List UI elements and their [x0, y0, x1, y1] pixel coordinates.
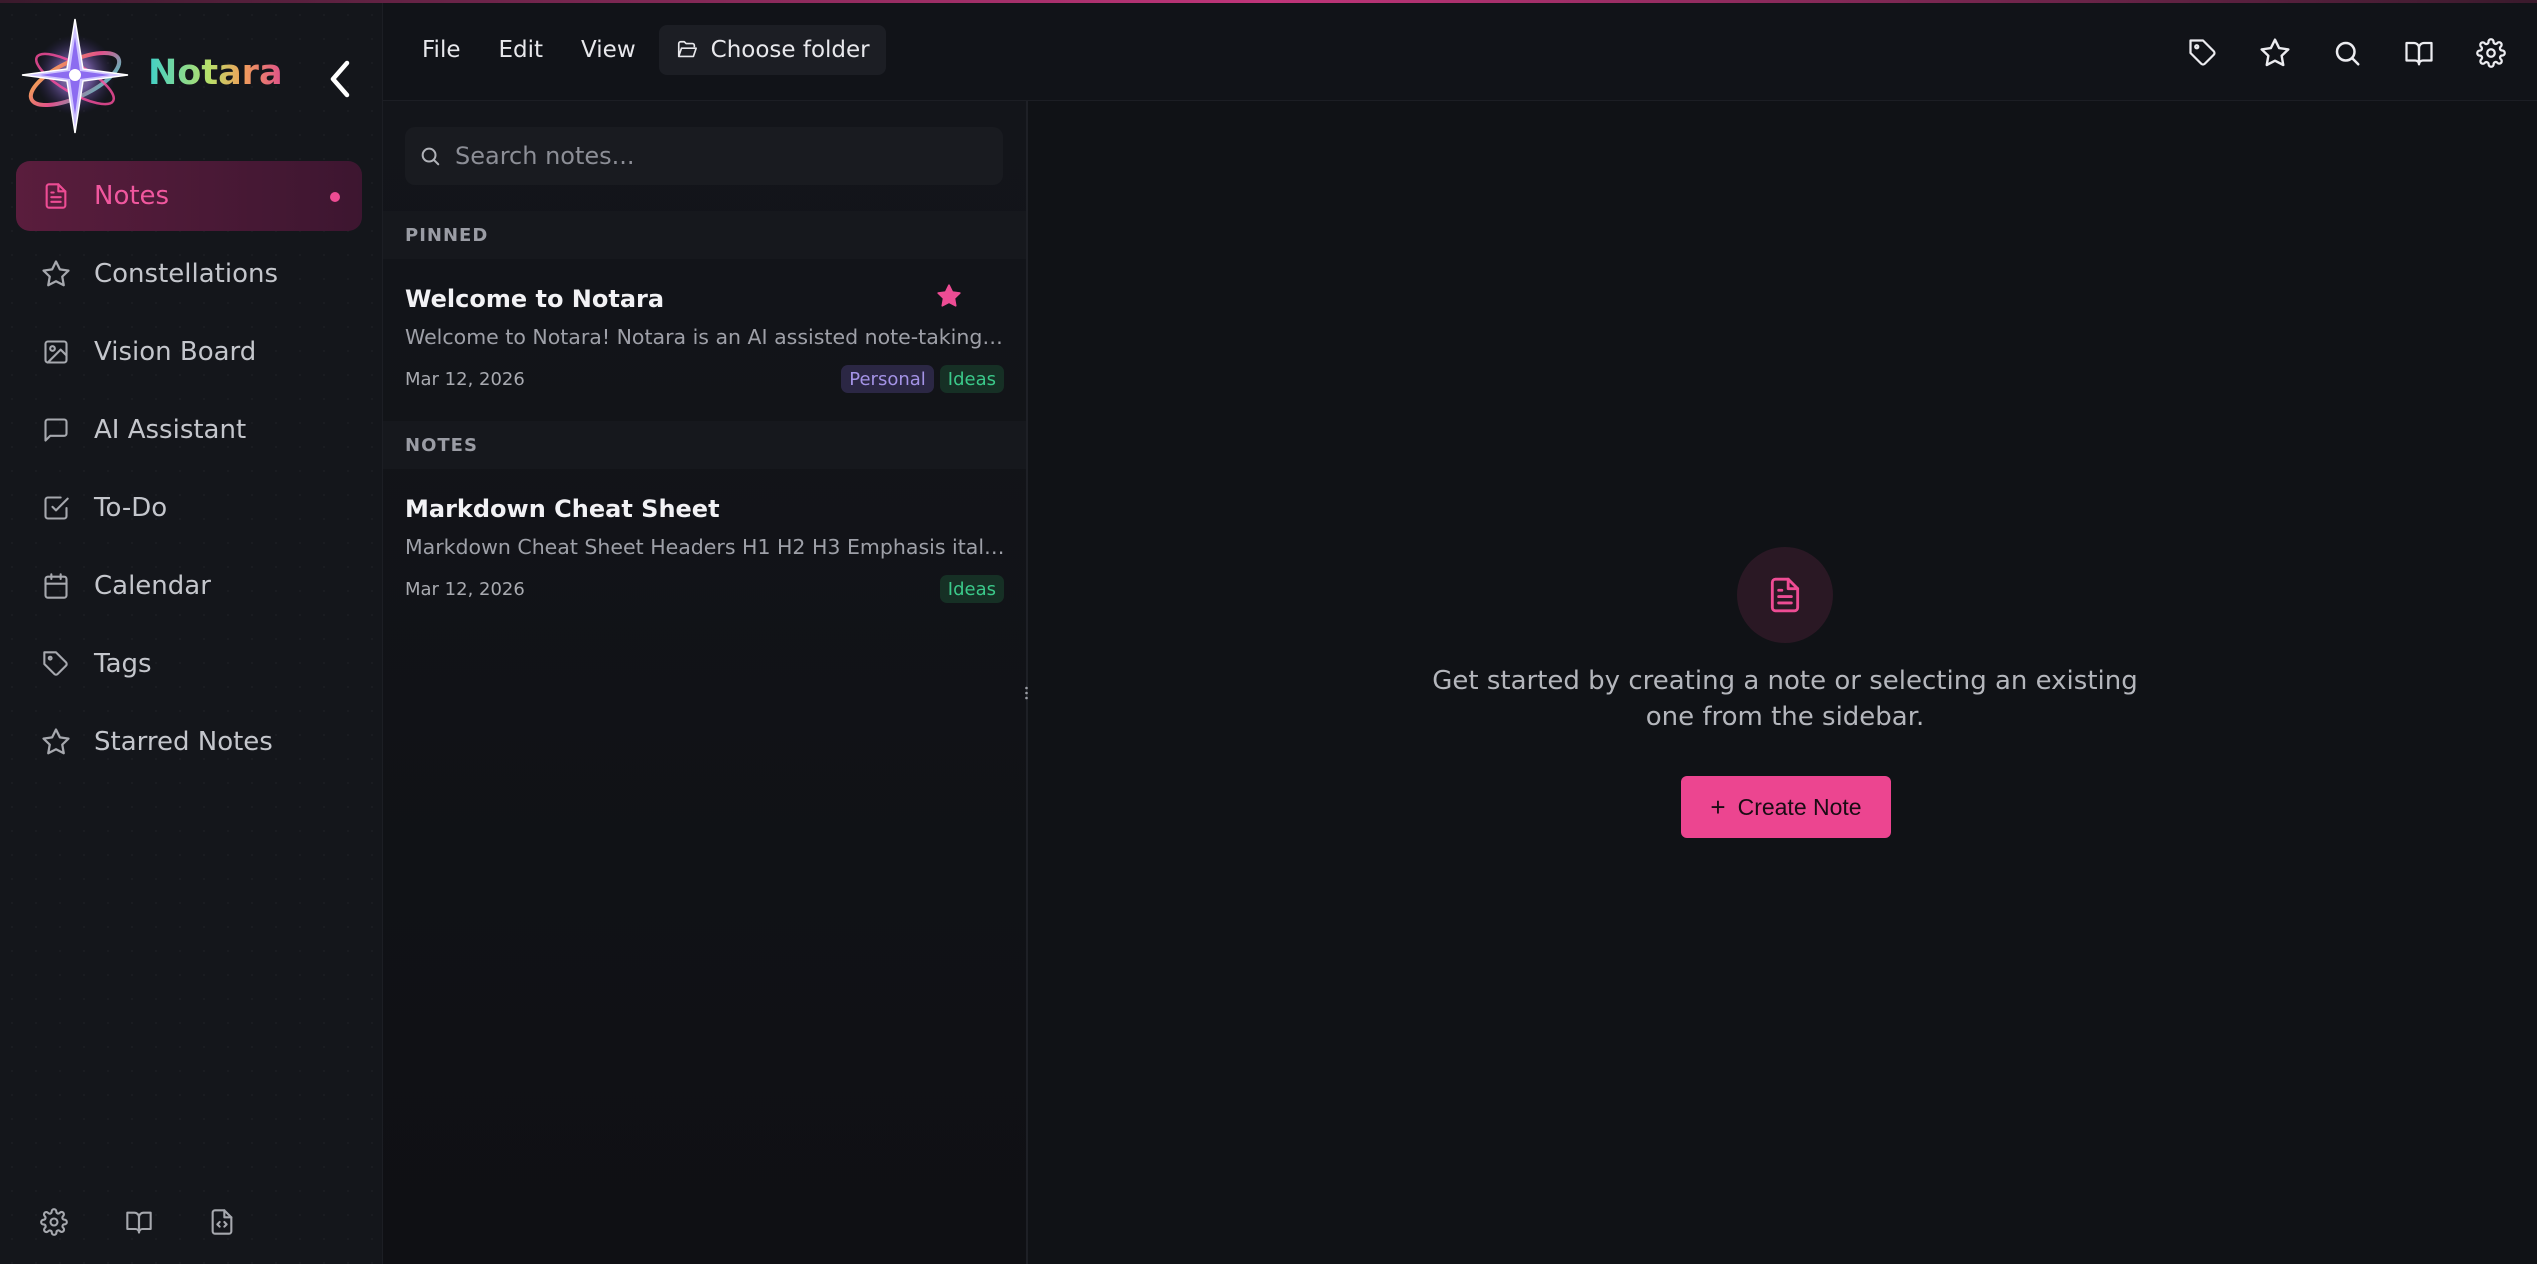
list-item[interactable]: Markdown Cheat Sheet Markdown Cheat Shee… — [383, 469, 1026, 631]
sidebar-item-constellations[interactable]: Constellations — [16, 239, 362, 309]
sidebar-item-starred-notes[interactable]: Starred Notes — [16, 707, 362, 777]
pinned-section-heading: PINNED — [383, 211, 1026, 259]
starred-button[interactable] — [2251, 29, 2299, 77]
app-name: Notara — [148, 53, 283, 93]
menu-file[interactable]: File — [407, 25, 476, 75]
notes-section-heading: NOTES — [383, 421, 1026, 469]
star-filled-icon[interactable] — [936, 283, 962, 309]
active-indicator-dot — [330, 192, 340, 202]
search-input[interactable] — [455, 142, 995, 170]
sidebar-item-tags[interactable]: Tags — [16, 629, 362, 699]
folder-open-icon — [675, 39, 699, 61]
tag-badge[interactable]: Ideas — [939, 575, 1004, 603]
gear-icon — [40, 1208, 68, 1236]
chat-icon — [40, 414, 72, 446]
sidebar-item-label: Calendar — [94, 571, 211, 601]
sidebar-item-calendar[interactable]: Calendar — [16, 551, 362, 621]
chevron-left-icon — [330, 60, 350, 98]
settings-button[interactable] — [2467, 29, 2515, 77]
star-icon — [40, 258, 72, 290]
gear-icon — [2476, 38, 2506, 68]
tag-icon — [2189, 39, 2216, 66]
sidebar-footer — [0, 1184, 383, 1264]
settings-button[interactable] — [30, 1198, 78, 1246]
menu-edit[interactable]: Edit — [484, 25, 559, 75]
sidebar-item-label: Tags — [94, 649, 152, 679]
calendar-icon — [40, 570, 72, 602]
list-item[interactable]: Welcome to Notara Welcome to Notara! Not… — [383, 259, 1026, 421]
sidebar-item-label: To-Do — [94, 493, 168, 523]
sidebar-item-label: AI Assistant — [94, 415, 247, 445]
image-icon — [40, 336, 72, 368]
plus-icon: + — [1710, 791, 1726, 822]
search-icon — [419, 145, 441, 167]
file-code-icon — [211, 1209, 233, 1235]
star-icon — [40, 726, 72, 758]
note-tags: Ideas — [939, 575, 1004, 603]
search-box — [405, 127, 1003, 185]
sidebar-item-label: Constellations — [94, 259, 279, 289]
choose-folder-button[interactable]: Choose folder — [658, 25, 886, 75]
empty-state-message: Get started by creating a note or select… — [1432, 666, 2138, 732]
source-button[interactable] — [198, 1198, 246, 1246]
search-button[interactable] — [2323, 29, 2371, 77]
brand: Notara — [16, 17, 376, 137]
file-text-icon — [1770, 577, 1800, 613]
checkbox-icon — [40, 492, 72, 524]
sidebar: Notara Notes Constellations Vision Board… — [0, 3, 383, 1264]
note-title: Welcome to Notara — [405, 285, 665, 313]
tag-badge[interactable]: Ideas — [939, 365, 1004, 393]
search-icon — [2335, 41, 2360, 66]
book-open-icon — [2405, 41, 2433, 66]
sidebar-item-to-do[interactable]: To-Do — [16, 473, 362, 543]
note-tags: Personal Ideas — [841, 365, 1004, 393]
file-text-icon — [40, 180, 72, 212]
create-note-label: Create Note — [1737, 793, 1862, 820]
note-excerpt: Welcome to Notara! Notara is an AI assis… — [405, 325, 1005, 349]
empty-state-icon-badge — [1737, 547, 1833, 643]
sidebar-item-label: Vision Board — [94, 337, 257, 367]
note-date: Mar 12, 2026 — [405, 579, 525, 600]
logo-icon — [21, 18, 129, 134]
tags-button[interactable] — [2179, 29, 2227, 77]
choose-folder-label: Choose folder — [710, 37, 870, 63]
tag-badge[interactable]: Personal — [841, 365, 934, 393]
sidebar-item-label: Notes — [94, 181, 170, 211]
note-list-panel: PINNED Welcome to Notara Welcome to Nota… — [383, 101, 1028, 1264]
note-title: Markdown Cheat Sheet — [405, 495, 720, 523]
sidebar-item-ai-assistant[interactable]: AI Assistant — [16, 395, 362, 465]
sidebar-nav: Notes Constellations Vision Board AI Ass… — [16, 161, 362, 785]
editor-area: Get started by creating a note or select… — [1030, 101, 2537, 1264]
reading-mode-button[interactable] — [2395, 29, 2443, 77]
menu-bar: File Edit View Choose folder — [407, 25, 886, 75]
sidebar-item-vision-board[interactable]: Vision Board — [16, 317, 362, 387]
top-bar: File Edit View Choose folder — [383, 3, 2537, 101]
menu-view[interactable]: View — [566, 25, 651, 75]
create-note-button[interactable]: + Create Note — [1681, 776, 1891, 838]
star-icon — [2260, 38, 2290, 67]
sidebar-item-label: Starred Notes — [94, 727, 273, 757]
note-excerpt: Markdown Cheat Sheet Headers H1 H2 H3 Em… — [405, 535, 1005, 559]
toolbar — [2179, 29, 2515, 77]
tag-icon — [40, 648, 72, 680]
docs-button[interactable] — [115, 1198, 163, 1246]
book-open-icon — [126, 1211, 152, 1234]
sidebar-item-notes[interactable]: Notes — [16, 161, 362, 231]
note-date: Mar 12, 2026 — [405, 369, 525, 390]
collapse-sidebar-button[interactable] — [316, 55, 364, 103]
